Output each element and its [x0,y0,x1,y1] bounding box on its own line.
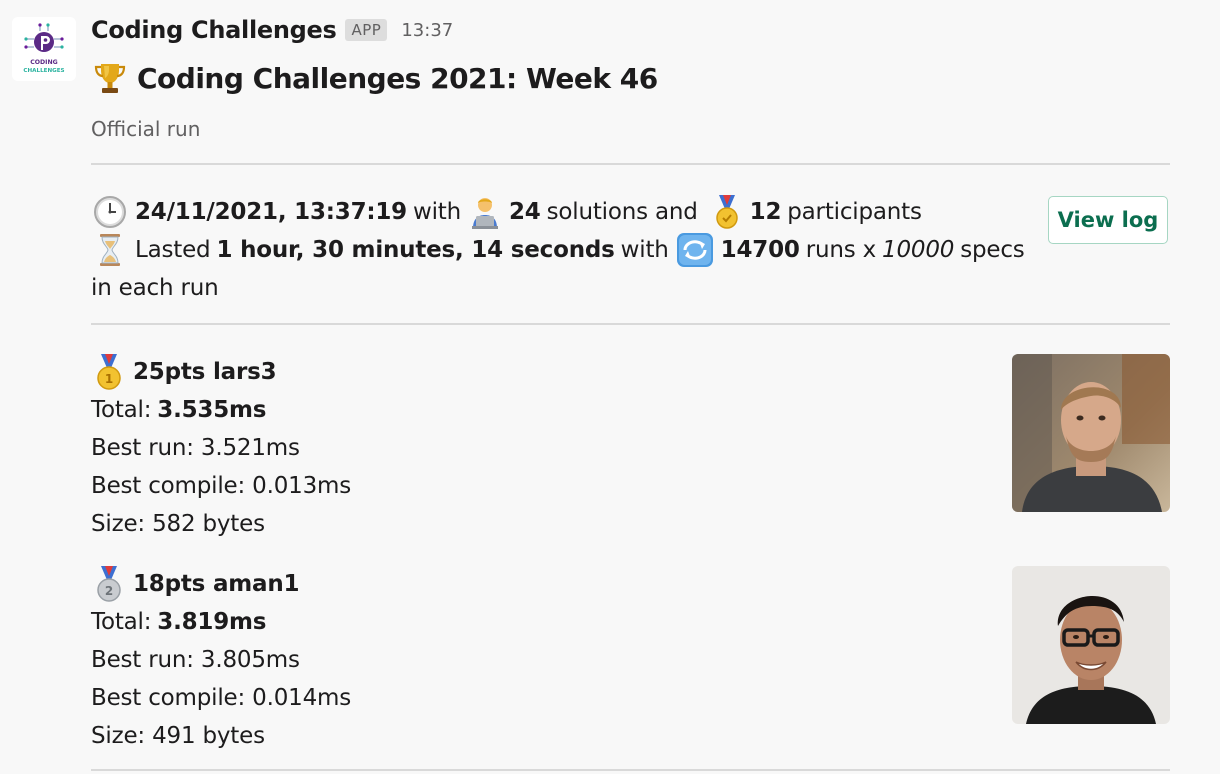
app-logo[interactable]: CODING CHALLENGES [12,17,76,81]
entry-header: 2 18pts aman1 [91,565,1170,603]
entry-best-run: Best run: 3.805ms [91,647,300,673]
duration: 1 hour, 30 minutes, 14 seconds [216,237,615,263]
participants-count: 12 [749,199,782,225]
stats-line-3: in each run [91,269,1031,307]
solutions-text: solutions and [546,199,698,225]
message-header: Coding Challenges APP 13:37 [91,12,453,48]
specs-text: specs [960,237,1025,263]
total-label: Total: [91,397,152,423]
medal-icon [710,193,744,231]
stats-line-2: Lasted 1 hour, 30 minutes, 14 seconds wi… [91,231,1031,269]
run-date: 24/11/2021, 13:37:19 [135,199,407,225]
message-title: Coding Challenges 2021: Week 46 [91,56,658,100]
total-label: Total: [91,609,152,635]
total-value: 3.535ms [157,397,267,423]
message-timestamp[interactable]: 13:37 [401,20,453,41]
hourglass-icon [91,231,129,269]
participants-text: participants [787,199,922,225]
svg-text:1: 1 [105,372,113,386]
trophy-icon [91,59,129,97]
divider [91,323,1170,325]
solutions-count: 24 [509,199,541,225]
run-stats: 24/11/2021, 13:37:19 with 24 solutions a… [91,193,1031,307]
view-log-button[interactable]: View log [1048,196,1168,244]
entry-total: Total: 3.819ms [91,603,1170,641]
in-each-run-text: in each run [91,275,219,301]
entry-best-compile: Best compile: 0.013ms [91,473,351,499]
entry-best-run: Best run: 3.521ms [91,435,300,461]
subtitle: Official run [91,117,201,141]
title-text: Coding Challenges 2021: Week 46 [137,61,658,95]
divider [91,163,1170,165]
silver-medal-icon: 2 [91,565,127,603]
runs-count: 14700 [720,237,800,263]
total-value: 3.819ms [157,609,267,635]
stats-line-1: 24/11/2021, 13:37:19 with 24 solutions a… [91,193,1031,231]
clock-icon [91,193,129,231]
avatar[interactable] [1012,354,1170,512]
avatar[interactable] [1012,566,1170,724]
technologist-icon [467,194,503,230]
with-text-1: with [413,199,461,225]
leaderboard-entry: 2 18pts aman1 Total: 3.819ms Best run: 3… [91,565,1170,755]
repeat-icon [675,231,715,269]
runs-x-text: runs x [805,237,877,263]
entry-size: Size: 582 bytes [91,511,265,537]
with-text-2: with [620,237,669,263]
lasted-label: Lasted [135,237,211,263]
gold-medal-icon: 1 [91,353,127,391]
svg-text:2: 2 [105,584,113,598]
app-name[interactable]: Coding Challenges [91,16,337,44]
entry-size: Size: 491 bytes [91,723,265,749]
entry-title: 18pts aman1 [133,571,300,597]
entry-header: 1 25pts lars3 [91,353,1170,391]
logo-text-line2: CHALLENGES [23,68,64,74]
entry-title: 25pts lars3 [133,359,277,385]
entry-best-compile: Best compile: 0.014ms [91,685,351,711]
entry-total: Total: 3.535ms [91,391,1170,429]
slack-message: CODING CHALLENGES Coding Challenges APP … [0,0,1220,774]
leaderboard-entry: 1 25pts lars3 Total: 3.535ms Best run: 3… [91,353,1170,543]
logo-text-line1: CODING [30,59,58,66]
specs-count: 10000 [882,237,955,263]
app-badge: APP [345,19,388,41]
divider [91,769,1170,771]
